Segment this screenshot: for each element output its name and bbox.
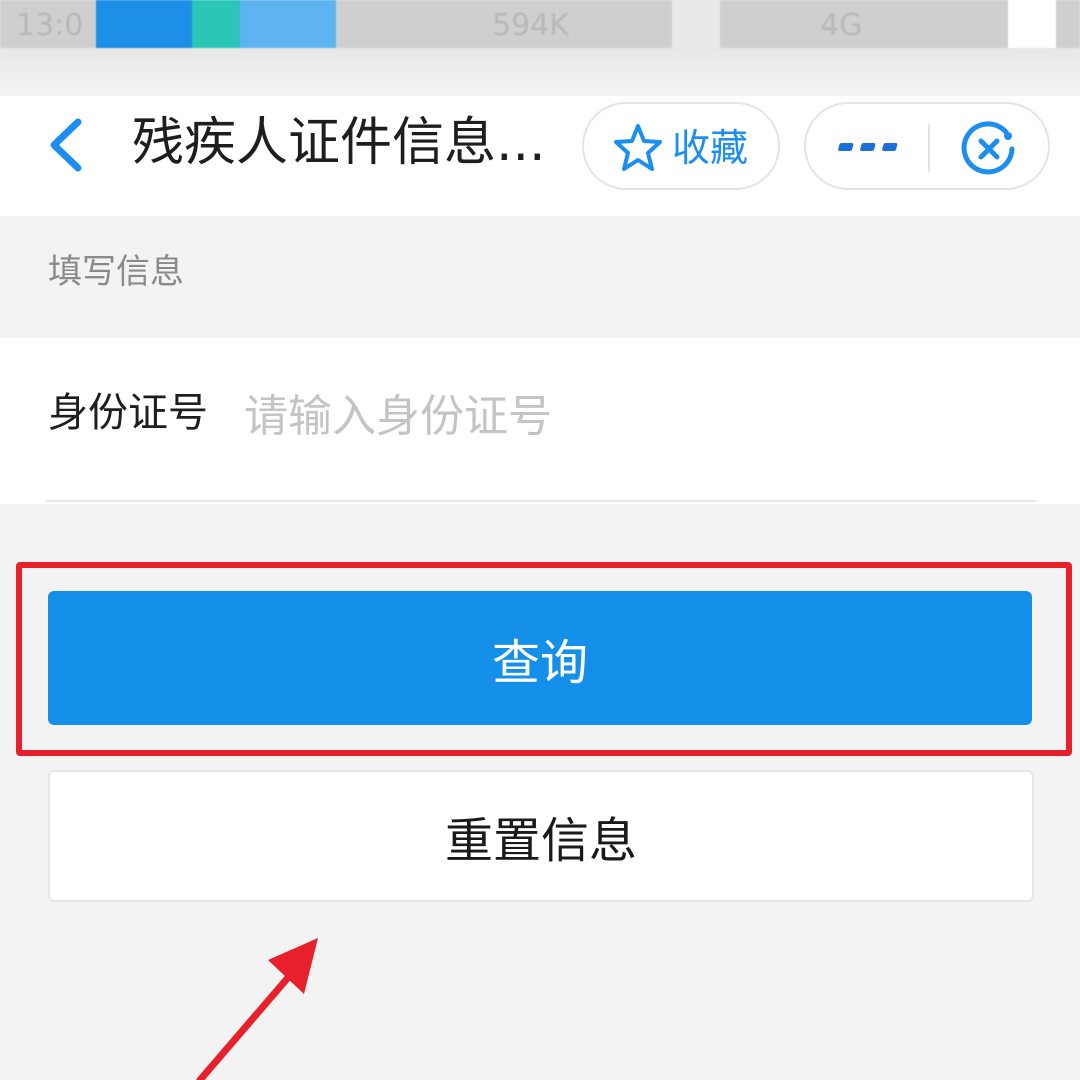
page-title: 残疾人证件信息...: [132, 113, 546, 173]
capsule-menu: [804, 102, 1050, 190]
id-number-row: 身份证号: [0, 338, 1080, 504]
network-speed: 594K: [492, 8, 569, 43]
app-header: 残疾人证件信息... 收藏: [0, 96, 1080, 216]
close-button[interactable]: [958, 118, 1020, 180]
section-label: 填写信息: [48, 252, 184, 292]
favorite-button[interactable]: 收藏: [582, 102, 780, 190]
alarm-clock-icon: [672, 0, 720, 48]
screen: 13:0 594K 4G 残疾人证件信息... 收藏 填写信息 身份证号 请输入…: [0, 0, 1080, 1080]
message-notification-icon: [192, 0, 240, 48]
reset-button[interactable]: 重置信息: [48, 770, 1034, 902]
star-outline-icon: [614, 124, 662, 171]
chevron-left-icon: [50, 118, 82, 172]
close-circle-icon: [961, 121, 1015, 175]
id-number-label: 身份证号: [48, 390, 208, 436]
favorite-label: 收藏: [672, 126, 749, 170]
status-time: 13:0: [16, 8, 84, 43]
field-divider: [46, 500, 1036, 502]
capsule-divider: [928, 124, 930, 172]
more-button[interactable]: [836, 120, 906, 176]
status-bar: 13:0 594K 4G: [0, 0, 1080, 96]
more-dots-icon: [838, 143, 898, 151]
back-button[interactable]: [40, 110, 100, 180]
signal-indicator: 4G: [820, 8, 863, 43]
query-button[interactable]: 查询: [48, 591, 1032, 725]
id-number-input[interactable]: [244, 384, 1024, 448]
battery-icon: [1008, 0, 1056, 48]
alarm-notification-icon: [96, 0, 192, 48]
app-notification-icon: [240, 0, 336, 48]
annotation-arrow-icon: [196, 938, 318, 1080]
